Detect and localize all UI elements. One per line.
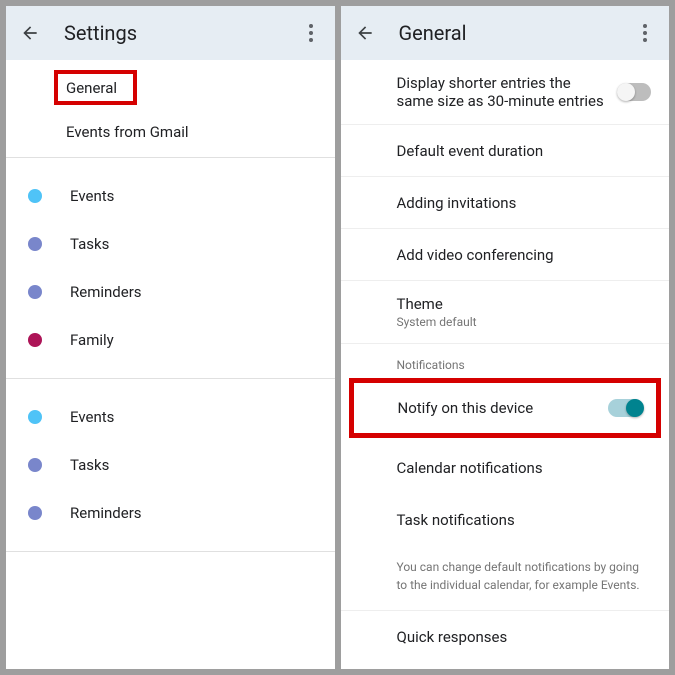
calendar-dot-icon: [28, 285, 42, 299]
page-title: General: [399, 21, 467, 45]
item-label: Tasks: [70, 456, 109, 474]
setting-label: Default event duration: [397, 142, 652, 160]
quick-responses-row[interactable]: Quick responses: [341, 611, 670, 663]
notifications-info-text: You can change default notifications by …: [341, 546, 670, 611]
events-item-2[interactable]: Events: [6, 393, 335, 441]
general-screen: General Display shorter entries the same…: [341, 6, 670, 669]
adding-invitations-row[interactable]: Adding invitations: [341, 177, 670, 229]
general-item-highlight[interactable]: General: [54, 70, 137, 105]
display-shorter-row[interactable]: Display shorter entries the same size as…: [341, 60, 670, 125]
item-label: Reminders: [70, 283, 142, 301]
setting-label: Display shorter entries the same size as…: [397, 74, 618, 110]
default-duration-row[interactable]: Default event duration: [341, 125, 670, 177]
setting-label-wrapper: Theme System default: [397, 295, 652, 329]
calendar-notifications-row[interactable]: Calendar notifications: [341, 442, 670, 494]
family-item[interactable]: Family: [6, 316, 335, 364]
reminders-item-2[interactable]: Reminders: [6, 489, 335, 537]
calendar-dot-icon: [28, 410, 42, 424]
back-arrow-icon[interactable]: [18, 21, 42, 45]
header-right: General: [341, 6, 670, 60]
events-from-gmail-item[interactable]: Events from Gmail: [6, 111, 335, 157]
page-title: Settings: [64, 21, 137, 45]
settings-content: General Events from Gmail Events Tasks R…: [6, 60, 335, 669]
calendar-dot-icon: [28, 506, 42, 520]
add-video-row[interactable]: Add video conferencing: [341, 229, 670, 281]
item-label: Tasks: [70, 235, 109, 253]
setting-label: Quick responses: [397, 628, 652, 646]
setting-label: Add video conferencing: [397, 246, 652, 264]
theme-row[interactable]: Theme System default: [341, 281, 670, 344]
header-left: Settings: [6, 6, 335, 60]
calendar-group-1: Events Tasks Reminders Family: [6, 158, 335, 379]
calendar-dot-icon: [28, 189, 42, 203]
item-label: Events: [70, 187, 114, 205]
item-label: Events: [70, 408, 114, 426]
setting-label: Task notifications: [397, 511, 652, 529]
general-label: General: [66, 79, 117, 97]
settings-screen: Settings General Events from Gmail Event…: [6, 6, 335, 669]
general-content: Display shorter entries the same size as…: [341, 60, 670, 669]
item-label: Family: [70, 331, 114, 349]
display-shorter-toggle[interactable]: [617, 83, 651, 101]
calendar-dot-icon: [28, 333, 42, 347]
task-notifications-row[interactable]: Task notifications: [341, 494, 670, 546]
calendar-dot-icon: [28, 458, 42, 472]
notify-device-label: Notify on this device: [398, 399, 534, 417]
events-item[interactable]: Events: [6, 172, 335, 220]
menu-dots-icon[interactable]: [635, 21, 655, 45]
theme-value: System default: [397, 315, 640, 329]
general-section: General Events from Gmail: [6, 60, 335, 158]
reminders-item[interactable]: Reminders: [6, 268, 335, 316]
calendar-dot-icon: [28, 237, 42, 251]
tasks-item[interactable]: Tasks: [6, 220, 335, 268]
calendar-group-2: Events Tasks Reminders: [6, 379, 335, 552]
notify-device-row-highlight[interactable]: Notify on this device: [349, 378, 662, 438]
setting-label: Calendar notifications: [397, 459, 652, 477]
notify-device-toggle[interactable]: [608, 399, 642, 417]
notifications-section-header: Notifications: [341, 344, 670, 378]
back-arrow-icon[interactable]: [353, 21, 377, 45]
theme-label: Theme: [397, 295, 640, 313]
item-label: Reminders: [70, 504, 142, 522]
setting-label: Adding invitations: [397, 194, 652, 212]
menu-dots-icon[interactable]: [301, 21, 321, 45]
tasks-item-2[interactable]: Tasks: [6, 441, 335, 489]
